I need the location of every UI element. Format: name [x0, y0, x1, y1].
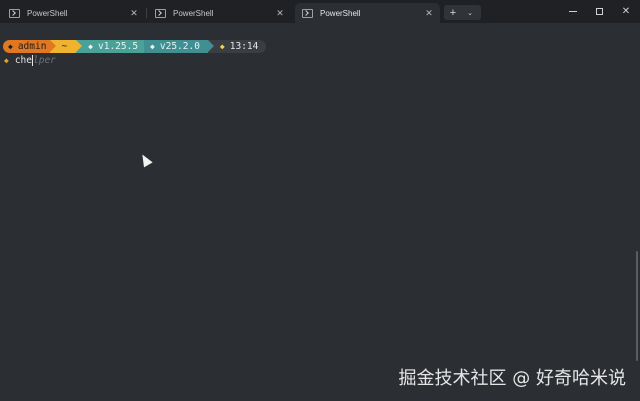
prompt-user: admin — [17, 41, 47, 52]
minimize-button[interactable] — [560, 4, 586, 18]
prompt-diamond-icon: ◆ — [4, 56, 9, 65]
chevron-down-icon[interactable]: ⌄ — [462, 9, 478, 17]
powershell-icon — [9, 8, 20, 18]
window-close-button[interactable]: ✕ — [613, 4, 639, 18]
tab-label: PowerShell — [27, 8, 68, 18]
diamond-icon: ◆ — [88, 42, 93, 51]
close-icon[interactable]: ✕ — [424, 8, 434, 19]
title-bar: PowerShell ✕ PowerShell ✕ PowerShell ✕ +… — [0, 0, 640, 23]
prompt-version-2: v25.2.0 — [159, 41, 200, 52]
tab-powershell-2[interactable]: PowerShell ✕ — [148, 3, 291, 23]
close-icon[interactable]: ✕ — [129, 8, 139, 19]
terminal-pane[interactable]: ◆ admin ~ ◆ v1.25.5 ◆ v25.2.0 ◆ 13:14 ◆ … — [0, 23, 640, 401]
minimize-icon — [569, 10, 577, 12]
tab-label: PowerShell — [320, 8, 361, 18]
typed-command[interactable]: che — [15, 55, 32, 66]
maximize-icon — [595, 7, 603, 15]
powershell-icon — [155, 8, 166, 18]
diamond-icon: ◆ — [8, 42, 13, 51]
prompt-user-segment: ◆ admin — [3, 40, 57, 53]
autocomplete-suggestion: lper — [33, 55, 56, 66]
new-tab-group: + ⌄ — [444, 5, 481, 20]
new-tab-plus-icon[interactable]: + — [444, 7, 462, 19]
tab-powershell-1[interactable]: PowerShell ✕ — [2, 3, 145, 23]
prompt-version-1: v1.25.5 — [98, 41, 139, 52]
maximize-button[interactable] — [586, 4, 612, 18]
watermark: 掘金技术社区 @ 好奇哈米说 — [398, 368, 626, 389]
command-input-line[interactable]: ◆ che lper — [4, 54, 56, 67]
powershell-icon — [302, 8, 313, 18]
prompt-time-segment: ◆ 13:14 — [207, 40, 267, 53]
tab-powershell-3-active[interactable]: PowerShell ✕ — [295, 3, 440, 23]
diamond-icon: ◆ — [150, 42, 155, 51]
close-icon: ✕ — [621, 5, 631, 17]
shell-prompt: ◆ admin ~ ◆ v1.25.5 ◆ v25.2.0 ◆ 13:14 — [3, 40, 267, 53]
prompt-time: 13:14 — [229, 41, 259, 52]
prompt-path: ~ — [61, 41, 68, 52]
prompt-version-2-segment: ◆ v25.2.0 — [144, 40, 214, 53]
scrollbar[interactable] — [636, 251, 638, 361]
close-icon[interactable]: ✕ — [275, 8, 285, 19]
tab-divider — [146, 8, 147, 18]
prompt-version-1-segment: ◆ v1.25.5 — [76, 40, 145, 53]
tab-label: PowerShell — [173, 8, 214, 18]
diamond-icon: ◆ — [219, 42, 225, 51]
